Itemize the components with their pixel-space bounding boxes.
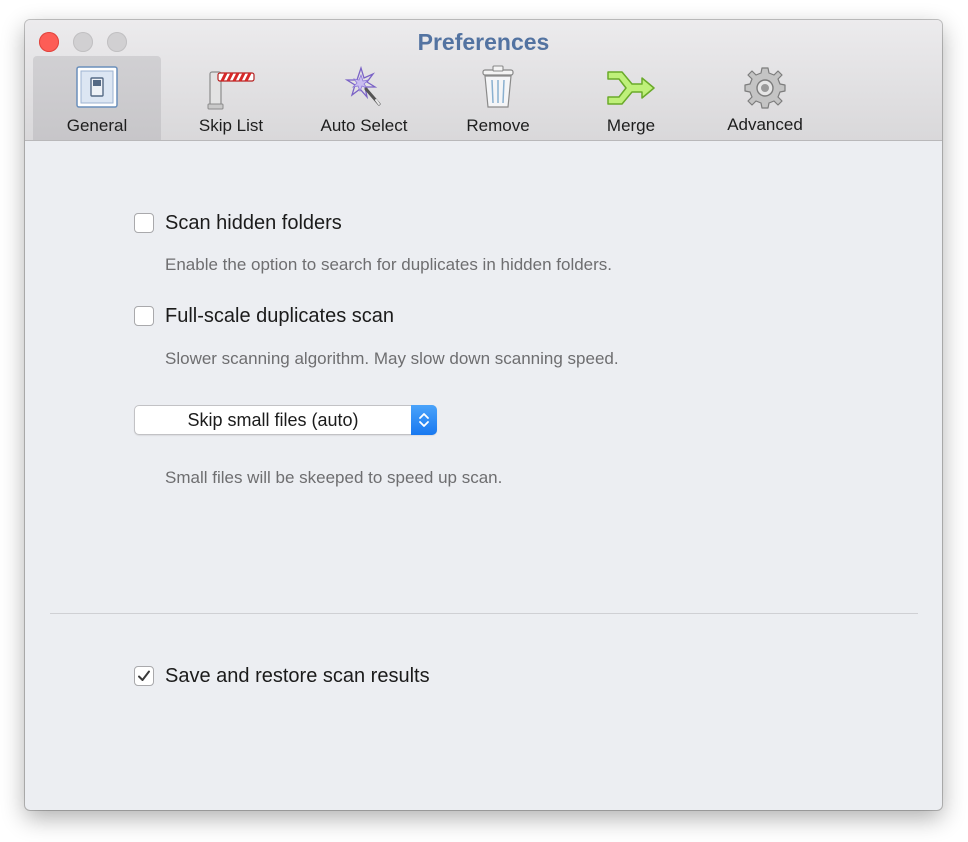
tab-skip-list[interactable]: Skip List — [167, 56, 295, 140]
barrier-gate-icon — [206, 64, 256, 110]
tab-remove-label: Remove — [466, 116, 530, 135]
tab-advanced[interactable]: Advanced — [701, 56, 829, 140]
gear-icon — [740, 64, 790, 110]
tab-merge[interactable]: Merge — [567, 56, 695, 140]
tab-general-label: General — [66, 116, 128, 135]
trash-can-icon — [473, 64, 523, 110]
magic-wand-icon — [339, 64, 389, 110]
tab-remove[interactable]: Remove — [434, 56, 562, 140]
general-pane: Scan hidden folders Enable the option to… — [25, 141, 942, 810]
window-title: Preferences — [417, 29, 550, 55]
scan-hidden-folders-description: Enable the option to search for duplicat… — [165, 255, 613, 274]
toggle-switch-icon — [72, 64, 122, 110]
tab-merge-label: Merge — [606, 116, 656, 135]
popup-arrows-icon — [411, 405, 437, 435]
tab-skip-list-label: Skip List — [198, 116, 264, 135]
tab-auto-select-label: Auto Select — [320, 116, 408, 135]
checkmark-icon — [138, 670, 150, 681]
save-restore-label: Save and restore scan results — [165, 665, 430, 687]
scan-hidden-folders-label: Scan hidden folders — [165, 212, 342, 234]
section-divider — [50, 613, 918, 614]
tab-general[interactable]: General — [33, 56, 161, 140]
skip-small-files-description: Small files will be skeeped to speed up … — [165, 468, 503, 487]
skip-small-files-value: Skip small files (auto) — [187, 410, 359, 430]
title-bar: Preferences General Skip List Auto Selec… — [25, 20, 942, 141]
tab-advanced-label: Advanced — [727, 115, 803, 134]
skip-small-files-popup[interactable]: Skip small files (auto) — [134, 405, 437, 435]
preferences-toolbar: General Skip List Auto Select Remove Mer… — [25, 56, 942, 140]
tab-auto-select[interactable]: Auto Select — [300, 56, 428, 140]
full-scale-scan-checkbox[interactable] — [134, 306, 154, 326]
save-restore-checkbox[interactable] — [134, 666, 154, 686]
full-scale-scan-description: Slower scanning algorithm. May slow down… — [165, 349, 619, 368]
full-scale-scan-label: Full-scale duplicates scan — [165, 305, 394, 327]
scan-hidden-folders-checkbox[interactable] — [134, 213, 154, 233]
merge-arrow-icon — [606, 64, 656, 110]
preferences-window: Preferences General Skip List Auto Selec… — [25, 20, 942, 810]
